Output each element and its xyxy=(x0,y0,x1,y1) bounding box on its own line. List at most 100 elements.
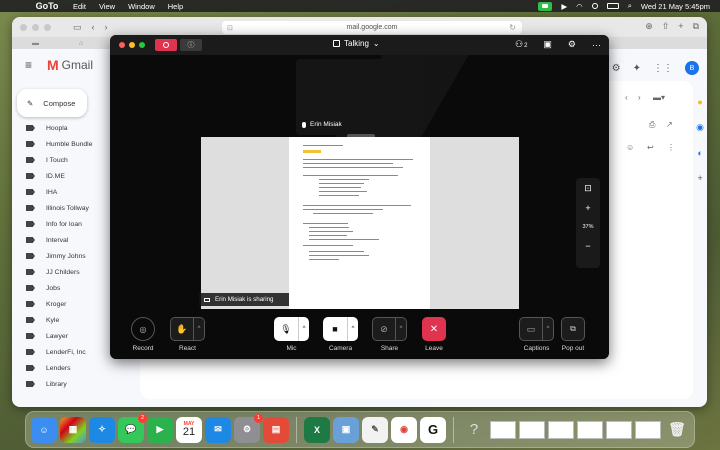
share-button[interactable]: ⊘ xyxy=(372,317,396,341)
sidebar-label-item[interactable]: Kroger xyxy=(26,296,92,312)
system-settings-icon[interactable]: ⚙ 1 xyxy=(234,413,263,443)
zoom-window-button[interactable] xyxy=(44,23,51,31)
tab-overview-icon[interactable]: ⧉ xyxy=(693,21,699,32)
finder-icon[interactable]: ☺ xyxy=(31,416,57,443)
record-button[interactable]: ◎ xyxy=(131,317,155,341)
reply-icon[interactable]: ↩ xyxy=(647,143,654,152)
sidebar-label-item[interactable]: ID.ME xyxy=(26,168,92,184)
sidebar-label-item[interactable]: Library xyxy=(26,376,92,392)
sidebar-label-item[interactable]: Lenders xyxy=(26,360,92,376)
sidebar-label-item[interactable]: Lawyer xyxy=(26,328,92,344)
calendar-icon[interactable]: MAY 21 xyxy=(176,416,202,443)
tasks-icon[interactable]: ◉ xyxy=(696,122,704,133)
screen-video-indicator-icon[interactable] xyxy=(538,1,553,11)
camera-options-button[interactable]: ^ xyxy=(347,317,358,341)
sidebar-label-item[interactable]: Illinois Tollway xyxy=(26,200,92,216)
compose-button[interactable]: ✎ Compose xyxy=(17,89,87,117)
search-icon[interactable]: ⌕ xyxy=(628,1,632,11)
share-options-button[interactable]: ^ xyxy=(396,317,407,341)
account-avatar[interactable]: B xyxy=(685,61,699,75)
menu-edit[interactable]: Edit xyxy=(73,2,86,11)
reload-icon[interactable]: ↻ xyxy=(509,23,516,32)
more-icon[interactable]: ··· xyxy=(592,40,601,50)
battery-icon[interactable] xyxy=(606,3,619,9)
talking-dropdown[interactable]: Talking ⌄ xyxy=(333,39,380,48)
shortcuts-icon[interactable]: ▤ xyxy=(263,416,289,443)
facetime-icon[interactable]: ▶ xyxy=(147,416,173,443)
next-icon[interactable]: › xyxy=(638,93,641,102)
sidebar-label-item[interactable]: Kyle xyxy=(26,312,92,328)
contacts-icon[interactable]: ◐ xyxy=(697,148,702,158)
wifi-icon[interactable]: ◠ xyxy=(576,2,583,11)
camera-button[interactable]: ■ xyxy=(323,317,347,341)
minimized-window-6[interactable] xyxy=(635,420,661,439)
minimized-window-5[interactable] xyxy=(606,420,632,439)
menu-view[interactable]: View xyxy=(99,2,115,11)
open-in-new-window-icon[interactable]: ↗ xyxy=(666,120,673,129)
meeting-close-button[interactable] xyxy=(119,42,125,48)
menu-help[interactable]: Help xyxy=(168,2,183,11)
back-icon[interactable]: ‹ xyxy=(92,22,95,33)
apple-icon[interactable] xyxy=(10,1,20,11)
sidebar-label-item[interactable]: I Touch xyxy=(26,152,92,168)
sidebar-label-item[interactable]: Interval xyxy=(26,232,92,248)
gmail-logo[interactable]: M Gmail xyxy=(47,57,93,73)
meeting-settings-icon[interactable]: ⚙ xyxy=(568,39,576,50)
goto-icon[interactable]: G xyxy=(420,416,446,443)
menu-window[interactable]: Window xyxy=(128,2,155,11)
popout-button[interactable]: ⧉ xyxy=(561,317,585,341)
minimized-window-3[interactable] xyxy=(548,420,574,439)
tab-icon[interactable]: ▬ xyxy=(32,40,39,47)
menubar-clock[interactable]: Wed 21 May 5:45pm xyxy=(641,2,710,11)
react-button[interactable]: ✋ xyxy=(170,317,194,341)
captions-button[interactable]: ▭ xyxy=(519,317,543,341)
add-addons-icon[interactable]: + xyxy=(697,173,702,183)
safari-icon[interactable]: ✧ xyxy=(89,416,115,443)
trash-icon[interactable]: 🗑 xyxy=(664,417,690,443)
page-settings-icon[interactable]: ⊡ xyxy=(227,24,233,32)
main-menu-icon[interactable]: ≡ xyxy=(25,58,39,72)
captions-options-button[interactable]: ^ xyxy=(543,317,554,341)
emoji-icon[interactable]: ☺ xyxy=(626,143,634,152)
settings-icon[interactable]: ⚙ xyxy=(612,63,621,74)
zoom-in-button[interactable]: + xyxy=(585,198,590,218)
control-center-icon[interactable] xyxy=(591,3,598,9)
mic-options-button[interactable]: ^ xyxy=(298,317,309,341)
chrome-icon[interactable]: ◉ xyxy=(391,416,417,443)
input-tools-icon[interactable]: ▬▾ xyxy=(653,93,665,102)
apps-grid-icon[interactable]: ⋮⋮ xyxy=(653,63,673,74)
share-icon[interactable]: ⇧ xyxy=(662,21,670,32)
minimized-window-1[interactable] xyxy=(490,420,516,439)
sidebar-label-item[interactable]: Humble Bundle xyxy=(26,136,92,152)
leave-button[interactable]: ✕ xyxy=(422,317,446,341)
sidebar-label-item[interactable]: JJ Childers xyxy=(26,264,92,280)
help-icon[interactable]: ? xyxy=(461,417,487,443)
forward-icon[interactable]: › xyxy=(105,22,108,33)
sidebar-toggle-icon[interactable]: ▭ xyxy=(73,22,82,33)
minimized-window-2[interactable] xyxy=(519,420,545,439)
minimize-window-button[interactable] xyxy=(32,23,39,31)
meeting-zoom-button[interactable] xyxy=(139,42,145,48)
zoom-out-button[interactable]: − xyxy=(585,236,590,256)
mic-button[interactable]: 🎙 xyxy=(274,317,298,341)
keep-icon[interactable]: ● xyxy=(697,97,702,107)
chat-icon[interactable]: ▣ xyxy=(543,39,552,50)
print-icon[interactable]: ⎙ xyxy=(649,120,655,130)
new-tab-icon[interactable]: + xyxy=(678,21,683,32)
gemini-icon[interactable]: ✦ xyxy=(633,63,641,74)
launchpad-icon[interactable]: ▦ xyxy=(60,416,86,443)
participants-button[interactable]: ⚇2 xyxy=(515,39,527,50)
textedit-icon[interactable]: ✎ xyxy=(362,416,388,443)
recording-indicator-button[interactable] xyxy=(155,39,177,51)
fit-screen-icon[interactable]: ⊡ xyxy=(584,178,592,198)
react-options-button[interactable]: ^ xyxy=(194,317,205,341)
sidebar-label-item[interactable]: Hoopla xyxy=(26,120,92,136)
play-icon[interactable]: ▶ xyxy=(561,2,567,11)
home-icon[interactable]: ⌂ xyxy=(79,40,83,47)
excel-icon[interactable]: X xyxy=(304,416,330,443)
previous-icon[interactable]: ‹ xyxy=(625,93,628,102)
sidebar-label-item[interactable]: Info for loan xyxy=(26,216,92,232)
more-options-icon[interactable]: ⋮ xyxy=(667,143,675,152)
meeting-minimize-button[interactable] xyxy=(129,42,135,48)
sidebar-label-item[interactable]: LenderFi, Inc xyxy=(26,344,92,360)
